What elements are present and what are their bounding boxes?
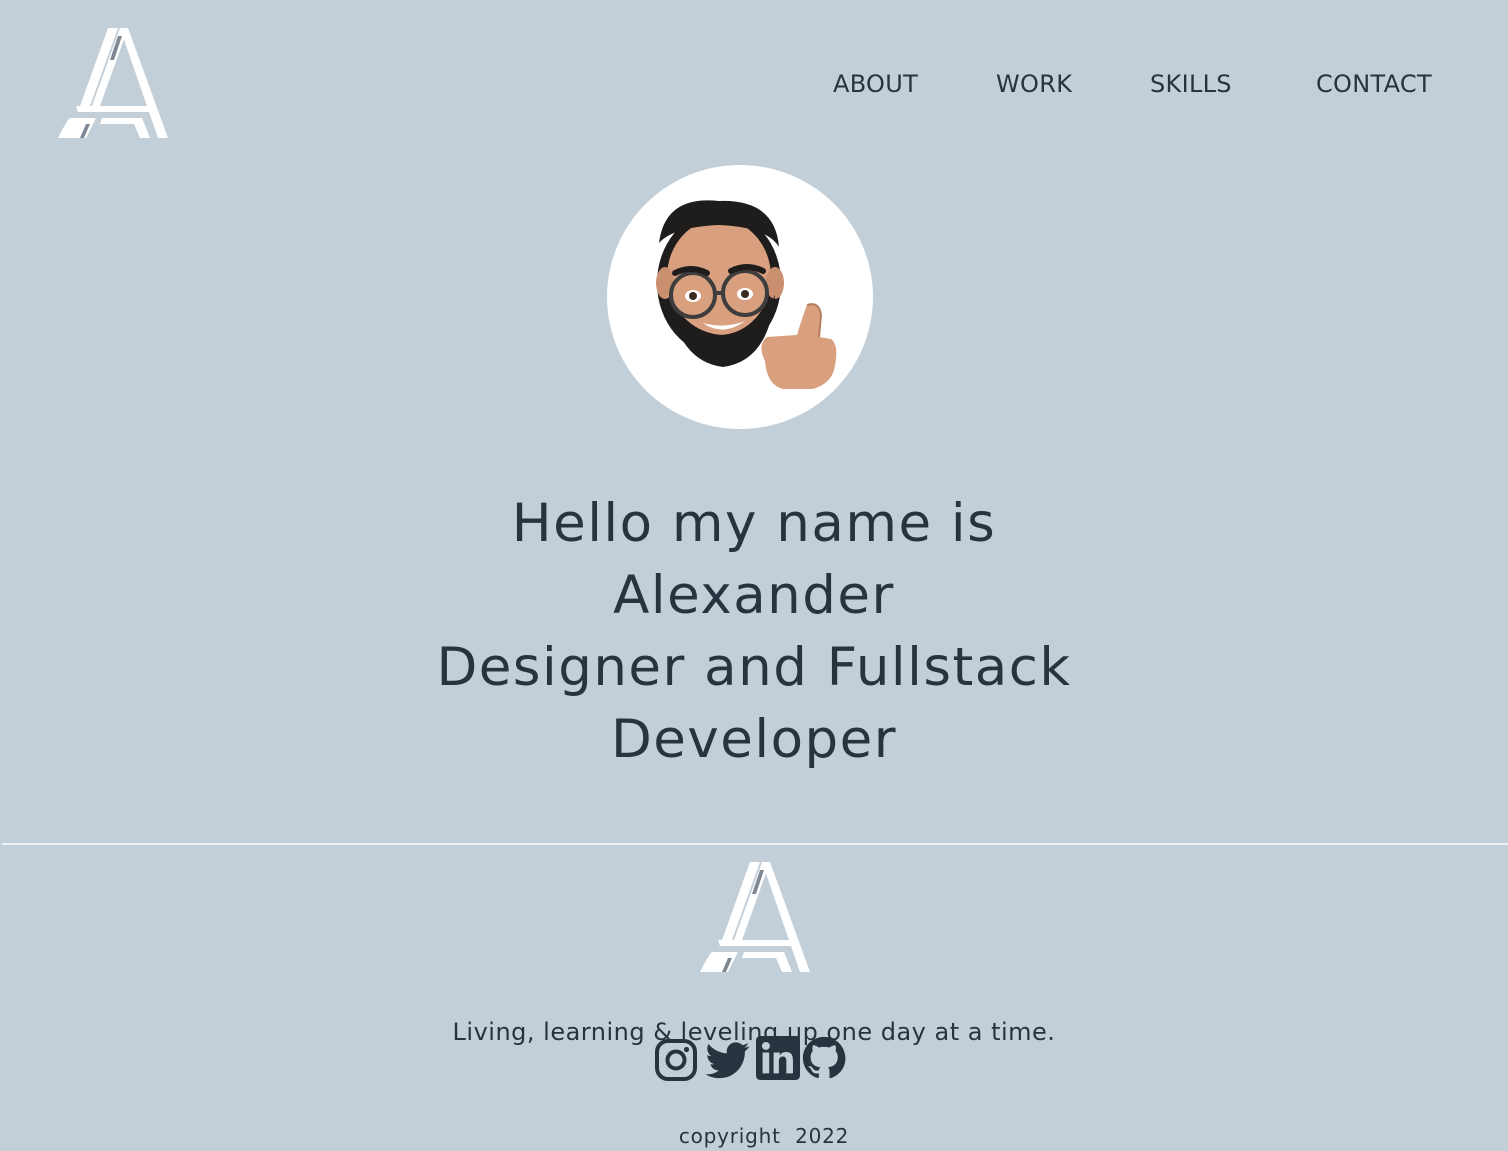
nav-link-work[interactable]: WORK bbox=[996, 66, 1072, 102]
avatar bbox=[607, 165, 873, 429]
github-icon bbox=[802, 1036, 846, 1079]
twitter-icon bbox=[706, 1042, 750, 1079]
nav-link-contact[interactable]: CONTACT bbox=[1316, 66, 1432, 102]
github-link[interactable] bbox=[802, 1036, 846, 1080]
linkedin-icon bbox=[756, 1036, 800, 1080]
hero-title-line-2: Alexander bbox=[613, 565, 895, 626]
hero-title-line-3: Designer and Fullstack bbox=[436, 637, 1072, 698]
twitter-link[interactable] bbox=[706, 1038, 750, 1082]
hero-title-line-1: Hello my name is bbox=[511, 493, 997, 554]
copyright-text: copyright 2022 bbox=[678, 1124, 850, 1148]
letter-a-logo-icon bbox=[700, 862, 810, 972]
footer-logo-link[interactable] bbox=[698, 860, 810, 974]
instagram-icon bbox=[655, 1039, 697, 1081]
main-nav: ABOUT WORK SKILLS CONTACT bbox=[0, 66, 1508, 102]
memoji-avatar-icon bbox=[656, 200, 837, 389]
nav-link-about[interactable]: ABOUT bbox=[833, 66, 918, 102]
hero-title-line-4: Developer bbox=[610, 709, 898, 770]
site-header: ABOUT WORK SKILLS CONTACT bbox=[0, 0, 1508, 160]
nav-link-skills[interactable]: SKILLS bbox=[1150, 66, 1232, 102]
hero-title: Hello my name is Alexander Designer and … bbox=[354, 488, 1154, 776]
linkedin-link[interactable] bbox=[756, 1036, 800, 1080]
footer-divider bbox=[2, 843, 1508, 845]
instagram-link[interactable] bbox=[654, 1038, 698, 1082]
social-links bbox=[654, 1036, 854, 1082]
